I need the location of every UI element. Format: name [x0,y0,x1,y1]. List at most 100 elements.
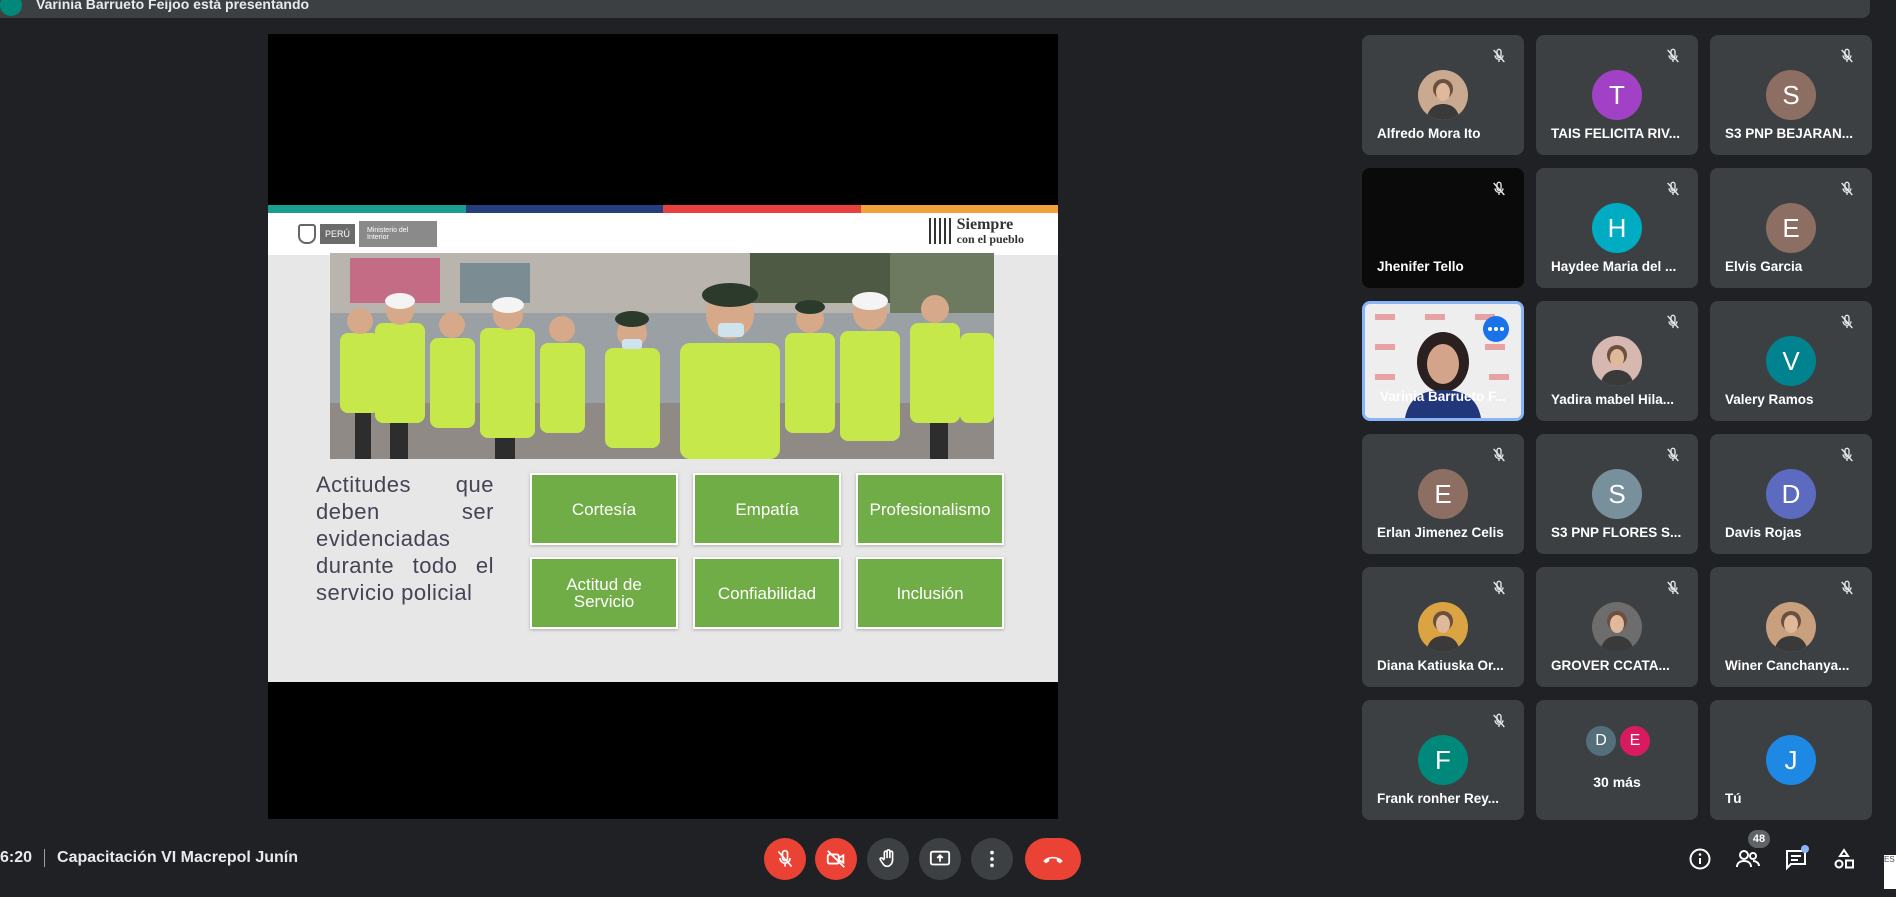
presenting-text: Varinia Barrueto Feijoo está presentando [36,0,310,12]
participant-tile[interactable]: T TAIS FELICITA RIV... [1536,35,1698,155]
logo-siempre-line2: con el pueblo [956,232,1024,246]
box-profesionalismo: Profesionalismo [856,473,1004,545]
participant-tile[interactable]: E Elvis Garcia [1710,168,1872,288]
participant-tile[interactable]: Yadira mabel Hila... [1536,301,1698,421]
logo-peru-label: PERÚ [320,224,356,244]
avatar: V [1766,336,1816,386]
mic-off-icon [1836,444,1858,466]
avatar [1418,70,1468,120]
mic-off-icon [1662,577,1684,599]
participant-name: Frank ronher Rey... [1377,791,1500,806]
mic-off-icon [1662,178,1684,200]
siempre-logo: Siempre con el pueblo [928,217,1024,246]
clock-time: 6:20 [0,849,33,866]
more-participants-tile[interactable]: D E 30 más [1536,700,1698,820]
more-participants-label: 30 más [1593,774,1641,790]
participant-name: Jhenifer Tello [1377,259,1464,274]
participant-tile[interactable]: Winer Canchanya... [1710,567,1872,687]
language-indicator: ES [1884,855,1896,889]
avatar: D [1586,726,1616,756]
participant-name: Varinia Barrueto F... [1380,389,1507,404]
mic-off-icon [1488,577,1510,599]
box-inclusion: Inclusión [856,557,1004,629]
box-empatia: Empatía [693,473,841,545]
participant-tile[interactable]: S S3 PNP FLORES S... [1536,434,1698,554]
participant-name: TAIS FELICITA RIV... [1551,126,1681,141]
participant-tile[interactable]: GROVER CCATA... [1536,567,1698,687]
participant-tile[interactable]: Alfredo Mora Ito [1362,35,1524,155]
mic-off-icon [1662,444,1684,466]
avatar: E [1766,203,1816,253]
participant-tile[interactable]: J Tú [1710,700,1872,820]
raise-hand-button[interactable] [867,838,909,880]
avatar: T [1592,70,1642,120]
logo-bars-icon [928,218,951,244]
leave-call-button[interactable] [1025,838,1081,880]
presenter-avatar [0,0,22,16]
box-cortesia: Cortesía [530,473,678,545]
more-vert-icon [990,850,994,868]
mic-off-icon [1836,45,1858,67]
call-end-icon [1043,856,1063,864]
mic-off-icon [1488,178,1510,200]
meet-window: Varinia Barrueto Feijoo está presentando… [0,0,1896,897]
peru-ministry-logo: PERÚ Ministerio del Interior [298,221,438,247]
slide-color-stripe [268,205,1058,213]
more-options-button[interactable] [971,838,1013,880]
participant-tile[interactable]: F Frank ronher Rey... [1362,700,1524,820]
participant-name: Valery Ramos [1725,392,1814,407]
divider [44,849,46,867]
tile-options-button[interactable] [1483,316,1509,342]
slide-left-text: Actitudes que deben ser evidenciadas dur… [316,472,494,605]
activities-button[interactable] [1830,845,1858,873]
mic-off-icon [1836,311,1858,333]
present-screen-button[interactable] [919,838,961,880]
chat-notification-dot [1801,845,1809,853]
slide: PERÚ Ministerio del Interior Siempre con… [268,205,1058,682]
meeting-title: Capacitación VI Macrepol Junín [57,849,298,866]
participant-name: Tú [1725,791,1742,806]
police-officers-photo [330,253,994,459]
present-screen-icon [929,850,951,866]
participant-tile[interactable]: H Haydee Maria del ... [1536,168,1698,288]
participant-tile[interactable]: Diana Katiuska Or... [1362,567,1524,687]
participant-tile[interactable]: D Davis Rojas [1710,434,1872,554]
meeting-details-button[interactable] [1686,845,1714,873]
logo-ministry-label: Ministerio del Interior [359,221,438,247]
info-icon [1689,848,1711,870]
avatar [1418,602,1468,652]
participant-name: Davis Rojas [1725,525,1802,540]
more-avatars: DE [1586,726,1650,756]
participant-name: GROVER CCATA... [1551,658,1670,673]
avatar: D [1766,469,1816,519]
participant-name: S3 PNP BEJARAN... [1725,126,1854,141]
participant-tile[interactable]: E Erlan Jimenez Celis [1362,434,1524,554]
meeting-details: 6:20 Capacitación VI Macrepol Junín [0,849,298,867]
mic-off-icon [1488,444,1510,466]
participant-tile[interactable]: Jhenifer Tello [1362,168,1524,288]
mic-off-icon [1836,178,1858,200]
mic-off-icon [1488,710,1510,732]
participant-tile[interactable]: S S3 PNP BEJARAN... [1710,35,1872,155]
participant-name: Yadira mabel Hila... [1551,392,1675,407]
mic-off-icon [1662,311,1684,333]
mic-toggle-button[interactable] [764,838,806,880]
box-confiabilidad: Confiabilidad [693,557,841,629]
avatar: S [1766,70,1816,120]
participant-name: Erlan Jimenez Celis [1377,525,1504,540]
participant-tile[interactable]: Varinia Barrueto F... [1362,301,1524,421]
participant-name: Winer Canchanya... [1725,658,1850,673]
avatar [1592,602,1642,652]
people-button[interactable] [1734,845,1762,873]
participant-count-badge: 48 [1748,830,1770,848]
videocam-off-icon [826,850,845,868]
box-actitud-de-servicio: Actitud de Servicio [530,557,678,629]
coat-of-arms-icon [298,224,316,244]
participant-name: Diana Katiuska Or... [1377,658,1504,673]
people-icon [1736,850,1760,868]
camera-toggle-button[interactable] [815,838,857,880]
avatar [1592,336,1642,386]
avatar: F [1418,735,1468,785]
participant-tile[interactable]: V Valery Ramos [1710,301,1872,421]
presentation-stage[interactable]: PERÚ Ministerio del Interior Siempre con… [268,34,1058,819]
